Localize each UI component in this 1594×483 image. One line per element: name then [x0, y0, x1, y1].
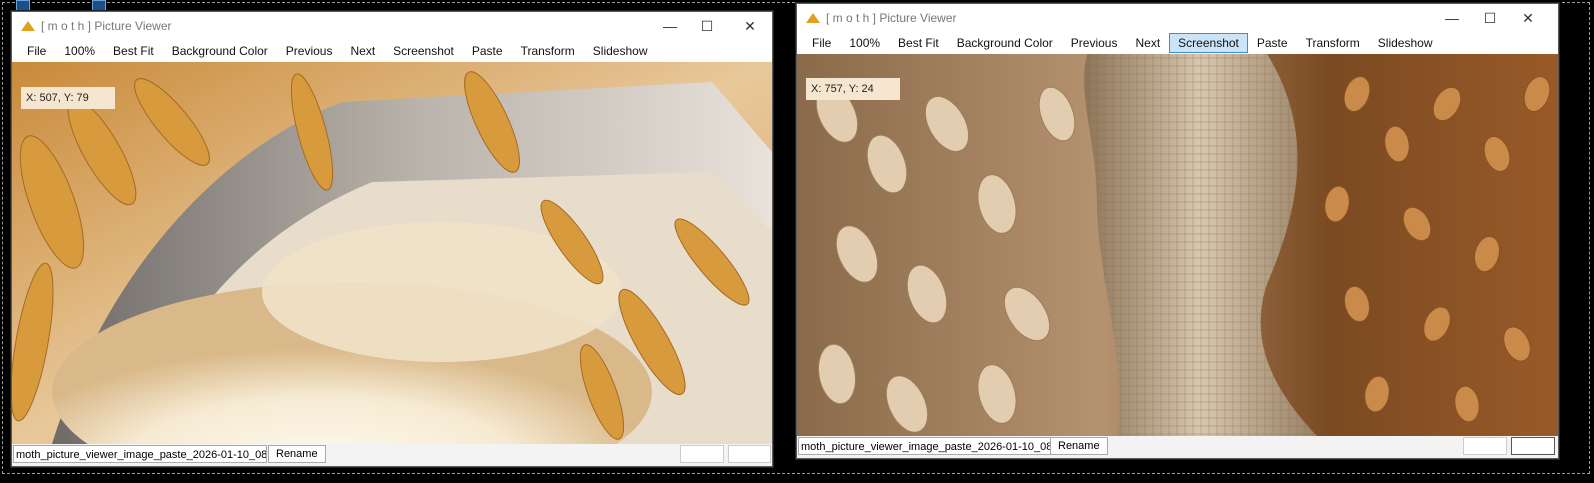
wheat-photo [797, 54, 1558, 436]
menu-screenshot[interactable]: Screenshot [1169, 33, 1248, 53]
cursor-coordinates: X: 507, Y: 79 [21, 87, 115, 109]
status-bar: moth_picture_viewer_image_paste_2026-01-… [797, 436, 1558, 458]
maximize-button[interactable]: ☐ [1478, 8, 1502, 28]
menu-transform[interactable]: Transform [1297, 33, 1369, 53]
menu-background-color[interactable]: Background Color [948, 33, 1062, 53]
minimize-button[interactable]: — [1440, 8, 1464, 28]
maximize-button[interactable]: ☐ [695, 16, 719, 36]
menu-paste[interactable]: Paste [1248, 33, 1297, 53]
menu-previous[interactable]: Previous [277, 41, 342, 61]
close-button[interactable]: ✕ [1516, 8, 1540, 28]
menu-zoom-100[interactable]: 100% [55, 41, 104, 61]
menu-background-color[interactable]: Background Color [163, 41, 277, 61]
moth-app-icon [21, 21, 35, 31]
menu-file[interactable]: File [18, 41, 55, 61]
menu-file[interactable]: File [803, 33, 840, 53]
menu-best-fit[interactable]: Best Fit [889, 33, 948, 53]
status-field[interactable] [1463, 437, 1507, 455]
menu-bar: File 100% Best Fit Background Color Prev… [12, 40, 772, 62]
menu-bar: File 100% Best Fit Background Color Prev… [797, 32, 1558, 54]
window-title: [ m o t h ] Picture Viewer [41, 19, 172, 33]
title-bar[interactable]: [ m o t h ] Picture Viewer — ☐ ✕ [12, 12, 772, 40]
menu-transform[interactable]: Transform [512, 41, 584, 61]
filename-field[interactable]: moth_picture_viewer_image_paste_2026-01-… [798, 437, 1051, 455]
minimize-button[interactable]: — [658, 16, 682, 36]
rice-photo [12, 62, 772, 444]
menu-best-fit[interactable]: Best Fit [104, 41, 163, 61]
rename-button[interactable]: Rename [1050, 437, 1108, 455]
menu-previous[interactable]: Previous [1062, 33, 1127, 53]
moth-app-icon [806, 13, 820, 23]
menu-slideshow[interactable]: Slideshow [584, 41, 657, 61]
picture-viewer-window-2: [ m o t h ] Picture Viewer — ☐ ✕ File 10… [796, 3, 1559, 459]
menu-next[interactable]: Next [1126, 33, 1169, 53]
menu-zoom-100[interactable]: 100% [840, 33, 889, 53]
title-bar[interactable]: [ m o t h ] Picture Viewer — ☐ ✕ [797, 4, 1558, 32]
menu-paste[interactable]: Paste [463, 41, 512, 61]
cursor-coordinates: X: 757, Y: 24 [806, 78, 900, 100]
picture-viewer-window-1: [ m o t h ] Picture Viewer — ☐ ✕ File 10… [11, 11, 773, 467]
status-field[interactable] [1511, 437, 1555, 455]
image-canvas[interactable]: X: 507, Y: 79 [12, 62, 772, 444]
menu-screenshot[interactable]: Screenshot [384, 41, 463, 61]
status-bar: moth_picture_viewer_image_paste_2026-01-… [12, 444, 772, 466]
filename-field[interactable]: moth_picture_viewer_image_paste_2026-01-… [13, 445, 267, 463]
window-title: [ m o t h ] Picture Viewer [826, 11, 957, 25]
status-field[interactable] [680, 445, 724, 463]
menu-next[interactable]: Next [341, 41, 384, 61]
rename-button[interactable]: Rename [268, 445, 326, 463]
status-field[interactable] [728, 445, 771, 463]
image-canvas[interactable]: X: 757, Y: 24 [797, 54, 1558, 436]
menu-slideshow[interactable]: Slideshow [1369, 33, 1442, 53]
close-button[interactable]: ✕ [738, 16, 762, 36]
